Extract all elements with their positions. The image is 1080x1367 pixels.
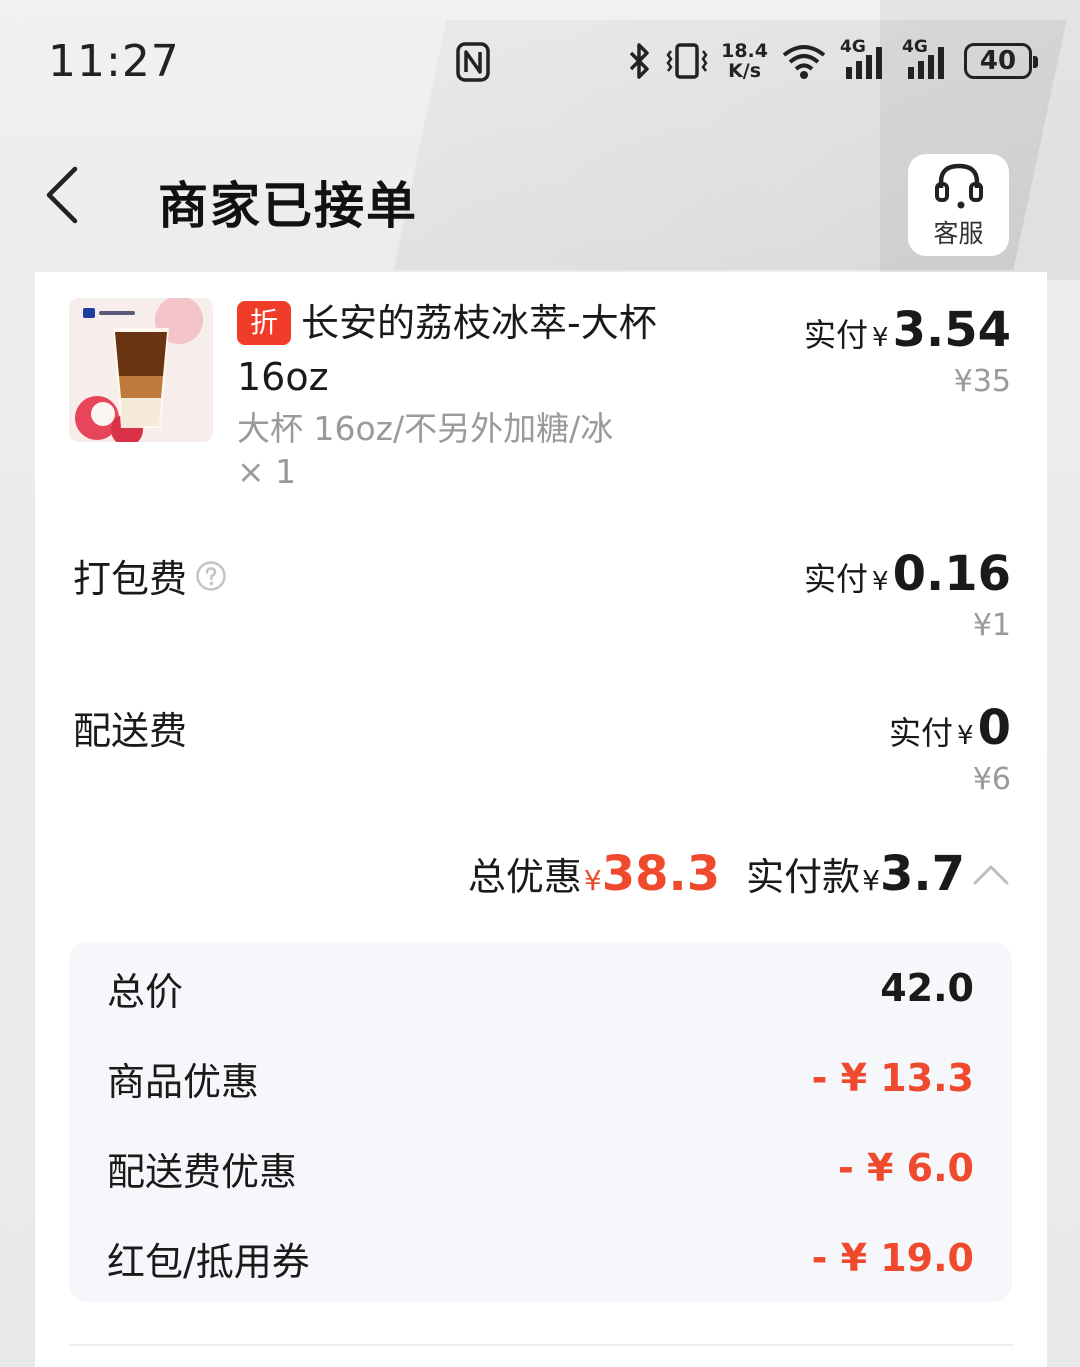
currency-symbol: ¥ <box>872 567 889 597</box>
order-detail-card: 折长安的荔枝冰萃-大杯16oz 大杯 16oz/不另外加糖/冰 × 1 实付 ¥3… <box>35 272 1047 1367</box>
signal-bars-icon <box>846 47 882 79</box>
battery-level: 40 <box>979 46 1017 76</box>
total-paid-amount: 3.7 <box>879 846 965 902</box>
currency-symbol: ¥ <box>583 864 602 897</box>
currency-symbol: ¥ <box>957 721 974 751</box>
product-name: 长安的荔枝冰萃-大杯16oz <box>237 301 657 399</box>
headset-icon <box>934 163 983 209</box>
breakdown-value: - ¥ 13.3 <box>811 1056 974 1100</box>
original-price: ¥1 <box>972 608 1011 643</box>
breakdown-label: 总价 <box>107 969 184 1014</box>
status-icons: 18.4 K/s 4G 4G 40 <box>627 37 1038 84</box>
packing-fee-row: 打包费 <box>73 548 227 603</box>
breakdown-label: 红包/抵用券 <box>107 1239 310 1284</box>
breakdown-label: 商品优惠 <box>107 1059 260 1104</box>
delivery-fee-label: 配送费 <box>73 709 188 753</box>
original-price: ¥35 <box>953 364 1011 399</box>
product-spec: 大杯 16oz/不另外加糖/冰 <box>237 409 614 448</box>
paid-label: 实付 <box>889 714 954 752</box>
payment-summary-toggle[interactable]: 总优惠 ¥ 38.3 实付款 ¥ 3.7 <box>468 846 1011 902</box>
network-speed-value: 18.4 <box>721 40 768 62</box>
signal-bars-icon <box>908 47 944 79</box>
page-title: 商家已接单 <box>158 177 418 235</box>
chevron-up-icon <box>973 865 1009 885</box>
breakdown-label: 配送费优惠 <box>107 1149 298 1194</box>
network-speed: 18.4 K/s <box>721 41 768 81</box>
paid-amount: 0.16 <box>892 546 1011 602</box>
breakdown-value: - ¥ 6.0 <box>838 1146 974 1190</box>
currency-symbol: ¥ <box>862 864 880 897</box>
customer-service-label: 客服 <box>933 219 984 248</box>
packing-fee-label: 打包费 <box>73 557 188 601</box>
breakdown-value: 42.0 <box>880 966 974 1010</box>
paid-amount: 3.54 <box>892 302 1011 358</box>
network-speed-unit: K/s <box>728 60 762 82</box>
nfc-icon <box>456 42 490 82</box>
breakdown-row-coupon: 红包/抵用券 - ¥ 19.0 <box>107 1228 974 1288</box>
bluetooth-icon <box>629 43 649 79</box>
page-header: 商家已接单 客服 <box>0 140 1080 260</box>
paid-label: 实付 <box>804 316 869 354</box>
signal-sim2: 4G <box>902 37 952 81</box>
packing-fee-price: 实付 ¥0.16 ¥1 <box>804 546 1011 643</box>
discount-tag: 折 <box>237 301 291 345</box>
breakdown-value: - ¥ 19.0 <box>811 1236 974 1280</box>
product-image[interactable] <box>69 298 213 442</box>
product-title: 折长安的荔枝冰萃-大杯16oz <box>237 296 707 404</box>
battery-indicator: 40 <box>964 43 1038 79</box>
paid-label: 实付 <box>804 560 869 598</box>
back-button[interactable] <box>36 160 86 230</box>
customer-service-button[interactable]: 客服 <box>908 154 1009 256</box>
total-discount-amount: 38.3 <box>601 846 721 902</box>
wifi-icon <box>782 45 826 79</box>
currency-symbol: ¥ <box>872 323 889 353</box>
chevron-left-icon <box>46 166 78 224</box>
delivery-fee-price: 实付 ¥0 ¥6 <box>889 700 1011 797</box>
help-icon[interactable] <box>195 560 227 592</box>
breakdown-row-total: 总价 42.0 <box>107 958 974 1018</box>
divider <box>69 1344 1013 1346</box>
vibrate-icon <box>666 43 708 79</box>
delivery-fee-row: 配送费 <box>73 700 187 755</box>
total-discount-label: 总优惠 <box>467 855 582 899</box>
product-quantity: × 1 <box>237 452 297 491</box>
signal-sim1: 4G <box>840 37 890 81</box>
product-price: 实付 ¥3.54 ¥35 <box>804 302 1011 399</box>
breakdown-row-product-discount: 商品优惠 - ¥ 13.3 <box>107 1048 974 1108</box>
breakdown-row-delivery-discount: 配送费优惠 - ¥ 6.0 <box>107 1138 974 1198</box>
original-price: ¥6 <box>972 762 1011 797</box>
price-breakdown: 总价 42.0 商品优惠 - ¥ 13.3 配送费优惠 - ¥ 6.0 红包/抵… <box>69 942 1012 1302</box>
status-bar: 11:27 18.4 K/s 4G 4G 40 <box>0 0 1080 120</box>
total-paid-label: 实付款 <box>746 855 861 899</box>
paid-amount: 0 <box>977 700 1011 756</box>
status-time: 11:27 <box>48 36 180 87</box>
iced-drink-illustration <box>69 298 213 442</box>
